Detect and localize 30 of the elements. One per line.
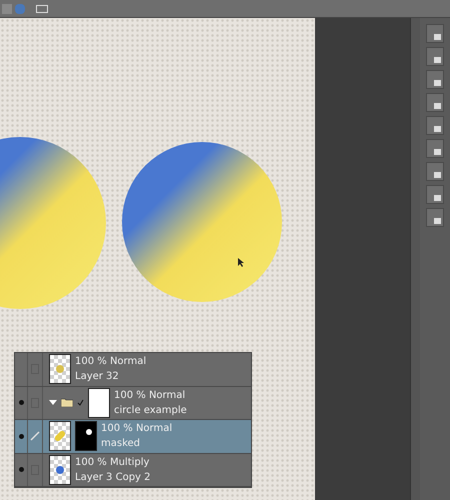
checkmark-icon [77,399,84,406]
layer-row[interactable]: 100 % Normal circle example [15,386,251,420]
visibility-eye-icon[interactable] [18,400,24,406]
layer-blend-mode: 100 % Normal [114,388,186,403]
palette-icon[interactable] [426,162,444,181]
cursor-icon [238,258,246,268]
mask-thumbnail [75,421,97,452]
layer-blend-mode: 100 % Normal [75,355,146,370]
palette-icon[interactable] [426,208,444,227]
layer-row[interactable]: 100 % Multiply Layer 3 Copy 2 [15,454,251,487]
visibility-eye-icon[interactable] [18,434,24,439]
palette-icon[interactable] [426,24,444,43]
layer-blend-mode: 100 % Multiply [75,456,150,470]
palette-icon[interactable] [426,139,444,158]
brush-icon [30,431,40,442]
palette-icon[interactable] [426,116,444,135]
layer-name: circle example [114,404,187,418]
layer-name: Layer 3 Copy 2 [75,470,151,485]
palette-icon[interactable] [426,47,444,66]
layer-name: masked [101,437,142,452]
layer-row[interactable]: 100 % Normal Layer 32 [15,353,251,386]
layer-name: Layer 32 [75,370,120,384]
layer-row[interactable]: 100 % Normal masked [15,420,251,454]
palette-icon[interactable] [426,70,444,89]
palette-icon[interactable] [426,185,444,204]
folder-icon [61,398,73,408]
layer-blend-mode: 100 % Normal [101,422,172,436]
visibility-eye-icon[interactable] [18,467,24,472]
layer-thumbnail [88,388,110,418]
palette-icon[interactable] [426,93,444,112]
